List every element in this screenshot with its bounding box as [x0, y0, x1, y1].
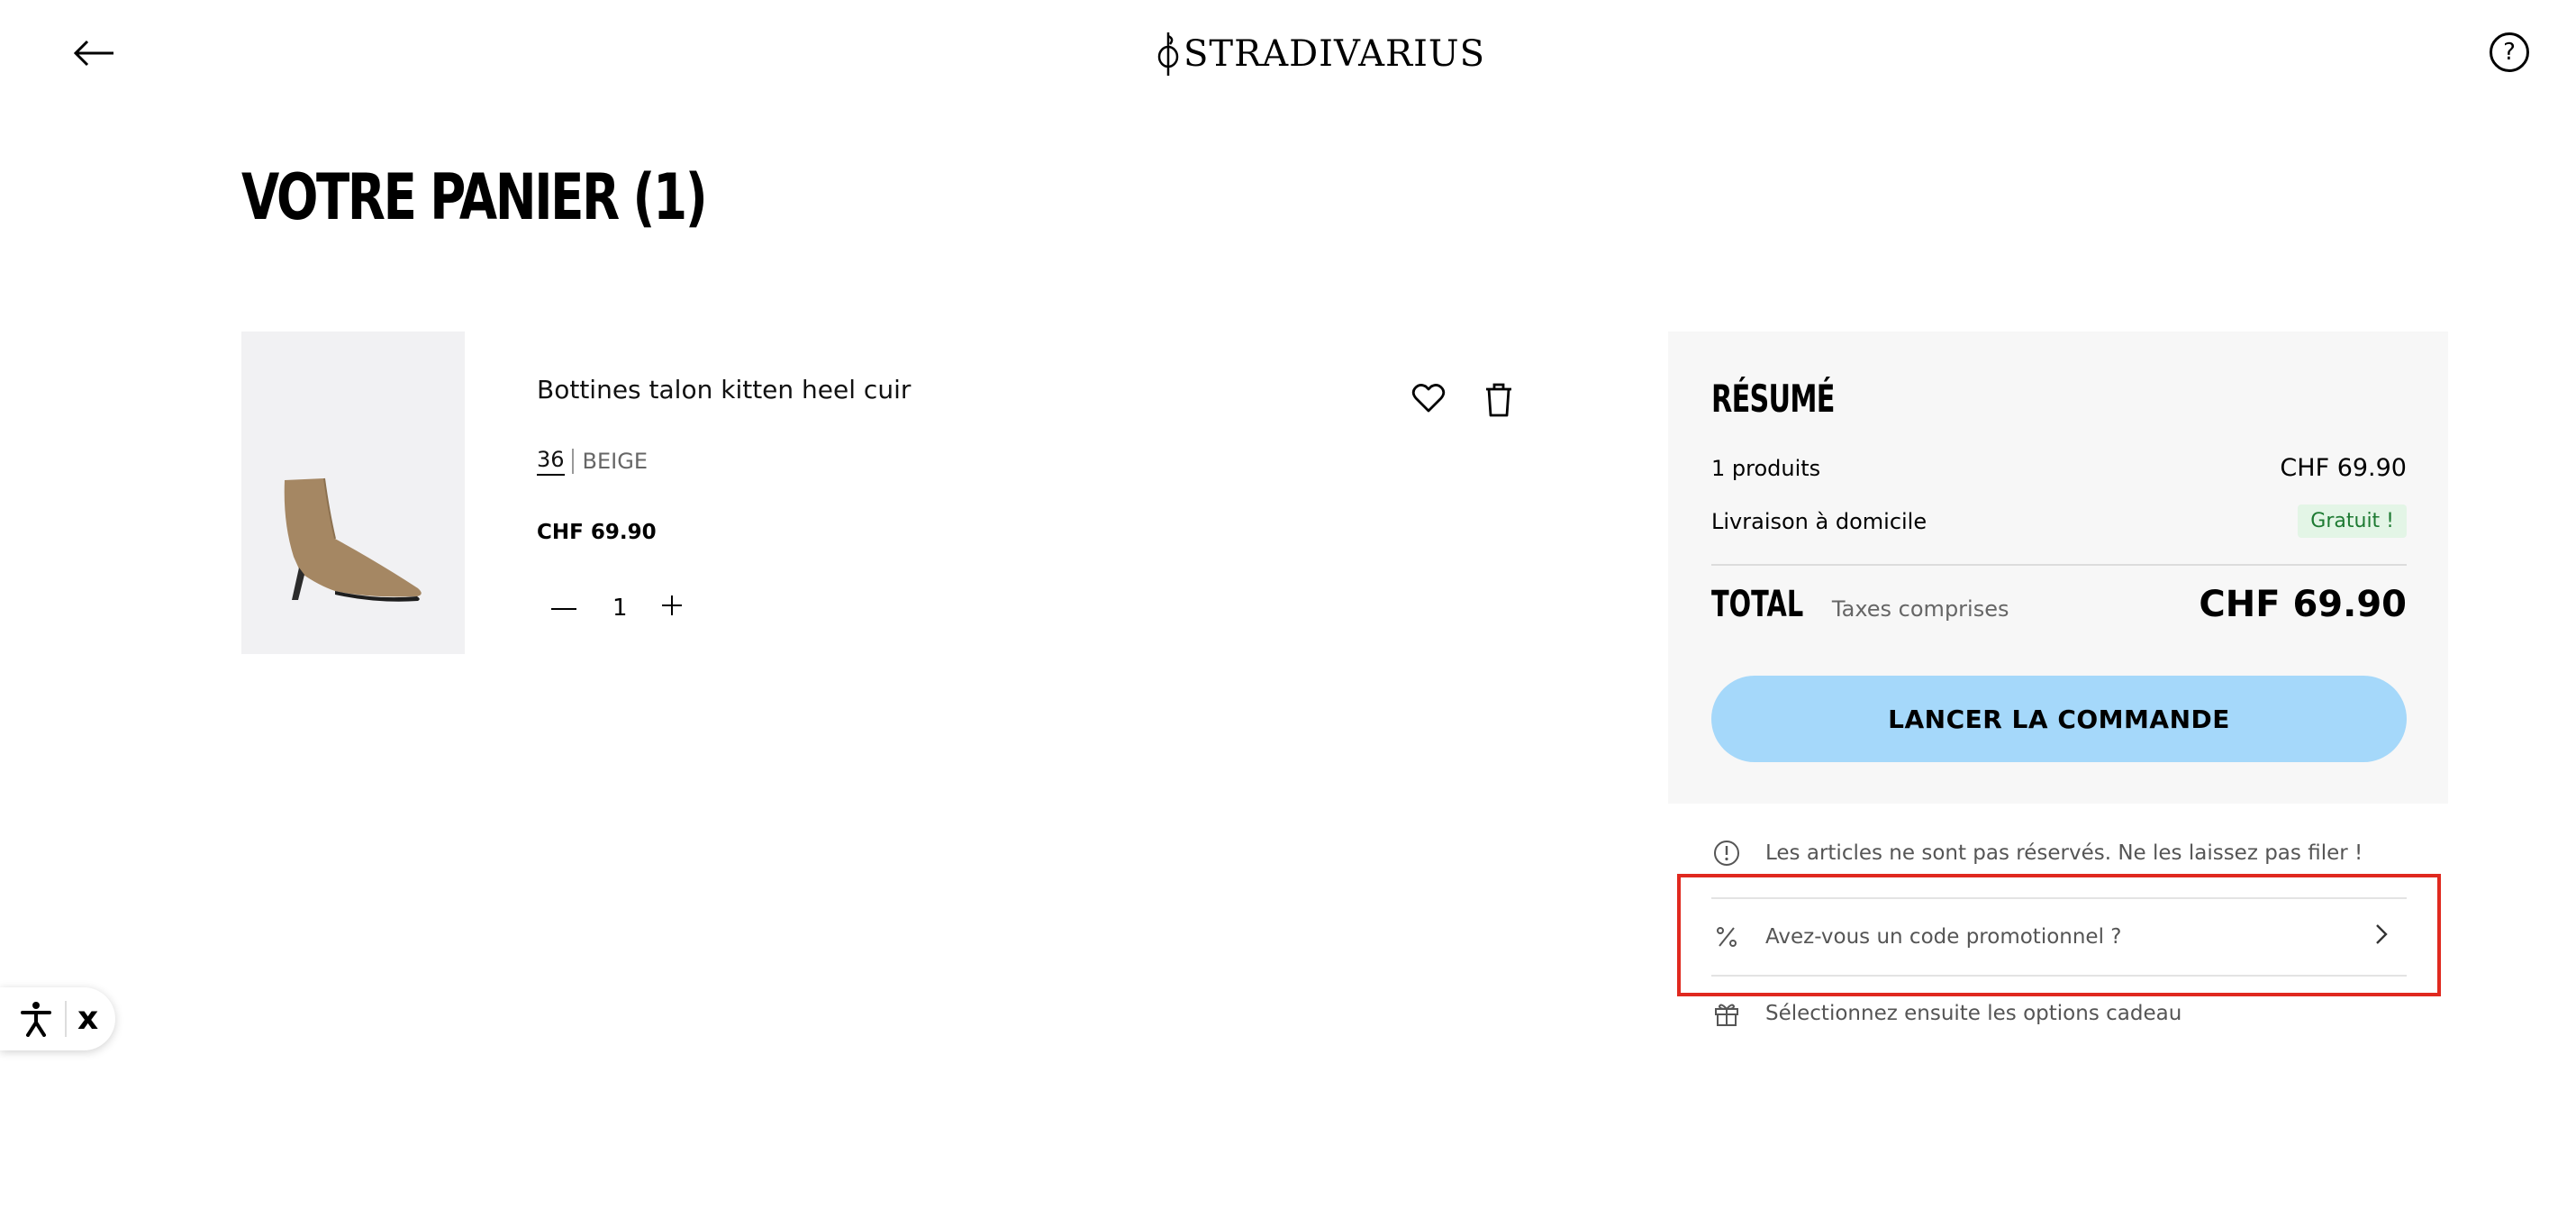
product-size: 36 — [537, 447, 565, 476]
products-count-label: 1 produits — [1711, 455, 1821, 481]
total-amount: CHF 69.90 — [2199, 584, 2407, 625]
total-label-group: TOTAL Taxes comprises — [1711, 584, 2009, 625]
order-summary: RÉSUMÉ 1 produits CHF 69.90 Livraison à … — [1668, 332, 2448, 804]
page-title: VOTRE PANIER (1) — [241, 160, 708, 234]
treble-clef-icon — [1157, 32, 1179, 76]
summary-divider — [1711, 564, 2407, 566]
chevron-right-icon — [2374, 923, 2389, 951]
accessibility-close-button[interactable]: x — [77, 1003, 98, 1035]
wishlist-button[interactable] — [1409, 378, 1448, 418]
products-amount: CHF 69.90 — [2280, 454, 2407, 482]
variant-separator — [571, 449, 574, 474]
question-circle-icon: ? — [2503, 39, 2516, 66]
back-button[interactable] — [68, 31, 121, 76]
gift-icon — [1711, 998, 1742, 1029]
brand-name: STRADIVARIUS — [1184, 33, 1486, 75]
header: STRADIVARIUS ? — [0, 0, 2576, 106]
delivery-label: Livraison à domicile — [1711, 508, 1927, 534]
product-image[interactable] — [241, 332, 465, 654]
promo-code-label: Avez-vous un code promotionnel ? — [1765, 925, 2122, 949]
ankle-boot-image — [284, 477, 422, 602]
accessibility-button[interactable] — [18, 1001, 54, 1037]
accessibility-widget: x — [0, 987, 115, 1050]
accessibility-separator — [65, 1001, 67, 1037]
delete-button[interactable] — [1479, 380, 1519, 420]
gift-options-row[interactable]: Sélectionnez ensuite les options cadeau — [1711, 998, 2407, 1029]
arrow-left-icon — [74, 40, 113, 67]
product-name[interactable]: Bottines talon kitten heel cuir — [537, 375, 911, 404]
taxes-label: Taxes comprises — [1831, 596, 2009, 622]
quantity-decrease-button[interactable] — [546, 591, 582, 627]
plus-icon — [662, 595, 682, 615]
promo-code-row[interactable]: Avez-vous un code promotionnel ? — [1711, 897, 2407, 977]
total-label: TOTAL — [1711, 584, 1804, 625]
summary-total-row: TOTAL Taxes comprises CHF 69.90 — [1711, 584, 2407, 625]
info-icon — [1711, 838, 1742, 868]
help-button[interactable]: ? — [2490, 32, 2529, 72]
summary-title: RÉSUMÉ — [1711, 377, 1835, 421]
accessibility-icon — [21, 1002, 51, 1037]
reservation-notice-text: Les articles ne sont pas réservés. Ne le… — [1765, 841, 2363, 865]
product-variant: 36 BEIGE — [537, 447, 648, 476]
summary-products-row: 1 produits CHF 69.90 — [1711, 454, 2407, 482]
reservation-notice: Les articles ne sont pas réservés. Ne le… — [1711, 838, 2407, 868]
brand-logo[interactable]: STRADIVARIUS — [1156, 27, 1485, 81]
product-price: CHF 69.90 — [537, 521, 657, 544]
minus-icon — [551, 608, 576, 610]
gift-options-label: Sélectionnez ensuite les options cadeau — [1765, 1002, 2182, 1025]
product-color: BEIGE — [582, 449, 649, 474]
checkout-button[interactable]: LANCER LA COMMANDE — [1711, 676, 2407, 762]
percent-icon — [1711, 922, 1742, 952]
quantity-increase-button[interactable] — [654, 587, 690, 623]
heart-icon — [1411, 384, 1446, 413]
quantity-value: 1 — [612, 595, 628, 622]
trash-icon — [1486, 383, 1511, 417]
free-delivery-badge: Gratuit ! — [2298, 504, 2407, 538]
summary-delivery-row: Livraison à domicile Gratuit ! — [1711, 504, 2407, 538]
